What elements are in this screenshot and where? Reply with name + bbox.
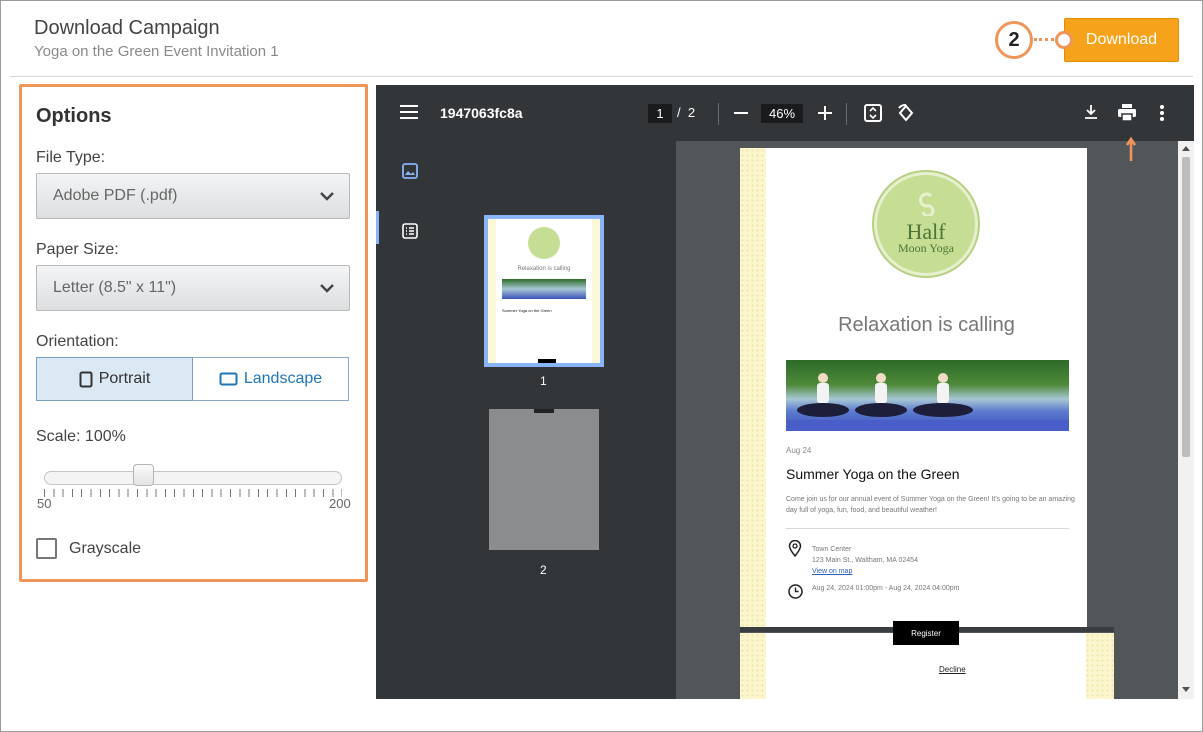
paper-size-select[interactable]: Letter (8.5" x 11"): [36, 265, 350, 311]
more-options-icon[interactable]: [1160, 105, 1164, 121]
chevron-down-icon: [320, 192, 334, 201]
scale-slider-handle[interactable]: [133, 464, 154, 486]
page-thumbnail-2[interactable]: [489, 409, 599, 550]
orientation-landscape-button[interactable]: Landscape: [193, 357, 349, 401]
options-panel: Options File Type: Adobe PDF (.pdf) Pape…: [19, 84, 368, 582]
print-icon[interactable]: [1118, 104, 1136, 121]
toolbar-separator: [846, 103, 847, 125]
scrollbar-thumb[interactable]: [1182, 157, 1190, 457]
grayscale-checkbox[interactable]: [36, 538, 57, 559]
page-count: / 2: [677, 105, 695, 120]
total-pages: 2: [687, 105, 696, 120]
scroll-down-icon[interactable]: [1182, 687, 1190, 693]
scale-slider-track[interactable]: [44, 471, 342, 485]
content-divider: [786, 528, 1069, 529]
scale-min-label: 50: [37, 496, 52, 511]
fit-page-icon[interactable]: [864, 104, 882, 122]
thumbnail-sidebar: Relaxation is calling Summer Yoga on the…: [376, 141, 676, 699]
paper-size-label: Paper Size:: [36, 241, 119, 258]
thumbnail-headline: Relaxation is calling: [517, 266, 571, 272]
event-title: Summer Yoga on the Green: [786, 466, 960, 482]
portrait-icon: [79, 371, 93, 387]
email-headline: Relaxation is calling: [838, 314, 1015, 336]
zoom-in-icon[interactable]: [818, 106, 832, 120]
pdf-page-1: Half Moon Yoga Relaxation is calling Aug…: [740, 148, 1087, 628]
view-on-map-link[interactable]: View on map: [812, 566, 918, 577]
thumbnails-icon[interactable]: [402, 163, 418, 179]
paper-size-value: Letter (8.5" x 11"): [53, 279, 177, 296]
clock-icon: [788, 584, 803, 599]
zoom-out-icon[interactable]: [734, 112, 748, 114]
zoom-level-input[interactable]: 46%: [761, 104, 803, 123]
location-address: 123 Main St., Waltham, MA 02454: [812, 557, 918, 564]
thumbnail-label-1: 1: [540, 374, 547, 388]
email-content: Half Moon Yoga Relaxation is calling Aug…: [766, 148, 1087, 628]
event-description: Come join us for our annual event of Sum…: [786, 496, 1075, 514]
event-location: Town Center 123 Main St., Waltham, MA 02…: [812, 544, 918, 577]
vertical-scrollbar[interactable]: [1178, 141, 1194, 699]
scale-ticks: [44, 489, 342, 497]
yoga-photo-figures: [786, 373, 1069, 431]
portrait-label: Portrait: [98, 370, 151, 387]
thumbnail-label-2: 2: [540, 563, 547, 577]
thumbnail-register: [538, 359, 556, 363]
swirl-icon: [919, 192, 935, 216]
location-pin-icon: [788, 540, 802, 557]
half-moon-yoga-logo: Half Moon Yoga: [874, 172, 978, 276]
file-type-value: Adobe PDF (.pdf): [53, 187, 178, 204]
pdf-page-area[interactable]: Half Moon Yoga Relaxation is calling Aug…: [676, 141, 1178, 699]
options-heading: Options: [36, 105, 112, 127]
download-button[interactable]: Download: [1064, 18, 1179, 62]
page-subtitle: Yoga on the Green Event Invitation 1: [34, 43, 279, 60]
download-icon[interactable]: [1084, 104, 1098, 120]
menu-icon[interactable]: [400, 105, 418, 119]
event-date: Aug 24: [786, 446, 812, 455]
scroll-up-icon[interactable]: [1182, 145, 1190, 151]
header-divider: [10, 76, 1193, 77]
outline-icon[interactable]: [402, 223, 418, 239]
page-thumbnail-1[interactable]: Relaxation is calling Summer Yoga on the…: [484, 215, 604, 367]
location-name: Town Center: [812, 546, 852, 553]
logo-text-moon-yoga: Moon Yoga: [897, 241, 954, 255]
rotate-icon[interactable]: [896, 103, 916, 123]
file-type-select[interactable]: Adobe PDF (.pdf): [36, 173, 350, 219]
chevron-down-icon: [320, 284, 334, 293]
step-callout-badge: 2: [995, 21, 1033, 59]
orientation-label: Orientation:: [36, 333, 119, 350]
file-type-label: File Type:: [36, 149, 106, 166]
page-title: Download Campaign: [34, 17, 220, 39]
scale-max-label: 200: [329, 496, 351, 511]
thumbnail-page-content: Relaxation is calling Summer Yoga on the…: [496, 219, 592, 363]
landscape-label: Landscape: [243, 370, 323, 387]
orientation-portrait-button[interactable]: Portrait: [36, 357, 193, 401]
yoga-photo: [786, 360, 1069, 431]
sidebar-active-indicator: [376, 211, 379, 244]
pdf-toolbar: 1947063fc8a 1 / 2 46%: [376, 85, 1194, 141]
thumbnail-photo: [502, 279, 586, 299]
decline-link[interactable]: Decline: [939, 665, 966, 674]
thumbnail-register: [534, 409, 554, 413]
orientation-toggle: Portrait Landscape: [36, 357, 349, 401]
toolbar-separator: [718, 103, 719, 125]
pdf-file-name: 1947063fc8a: [440, 105, 523, 121]
grayscale-label: Grayscale: [69, 540, 142, 557]
landscape-icon: [219, 372, 238, 386]
page-separator: /: [677, 105, 681, 120]
event-time: Aug 24, 2024 01:00pm - Aug 24, 2024 04:0…: [812, 585, 960, 592]
thumbnail-event: Summer Yoga on the Green: [502, 308, 552, 313]
pdf-viewer: 1947063fc8a 1 / 2 46% Relaxation is call…: [376, 85, 1194, 699]
thumbnail-logo: [528, 227, 560, 259]
callout-pointer-ring: [1055, 31, 1073, 49]
current-page-input[interactable]: 1: [648, 104, 672, 123]
register-button[interactable]: Register: [893, 621, 959, 645]
arrow-up-icon: [1126, 137, 1136, 161]
scale-label: Scale: 100%: [36, 428, 126, 445]
